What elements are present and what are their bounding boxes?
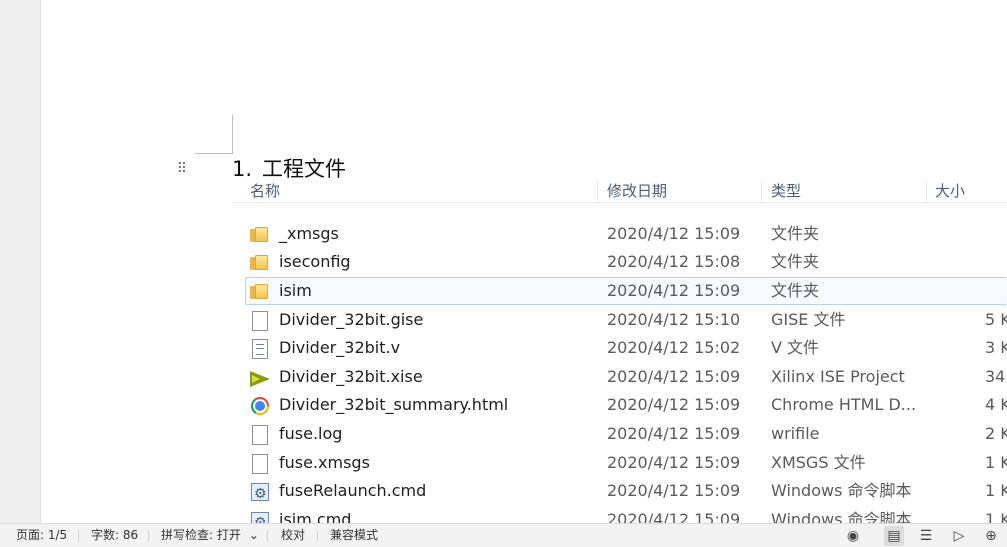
embedded-explorer-screenshot[interactable]: 名称 修改日期 类型 大小 _xmsgs 2020/4/12 15:09 文件夹… bbox=[233, 181, 1007, 523]
file-row: fuseRelaunch.cmd 2020/4/12 15:09 Windows… bbox=[233, 477, 1007, 508]
file-name: Divider_32bit_summary.html bbox=[279, 395, 509, 414]
verilog-file-icon bbox=[250, 339, 270, 359]
file-name: Divider_32bit.v bbox=[279, 338, 401, 357]
file-icon bbox=[250, 311, 270, 331]
web-view-globe-icon[interactable]: ⊕ bbox=[981, 526, 1001, 546]
column-name: 名称 bbox=[250, 182, 281, 200]
file-date: 2020/4/12 15:09 bbox=[607, 395, 741, 414]
status-separator bbox=[267, 530, 268, 542]
file-date: 2020/4/12 15:09 bbox=[607, 510, 741, 523]
left-gutter bbox=[0, 0, 41, 523]
word-count[interactable]: 字数: 86 bbox=[91, 524, 138, 547]
column-separator bbox=[926, 181, 927, 203]
column-date: 修改日期 bbox=[607, 182, 668, 200]
file-type: GISE 文件 bbox=[771, 310, 846, 329]
status-bar: 页面: 1/5 字数: 86 拼写检查: 打开 ⌄ 校对 兼容模式 ◉ ▤ ☰ … bbox=[0, 523, 1007, 547]
file-name: fuse.log bbox=[279, 424, 343, 443]
status-separator bbox=[317, 530, 318, 542]
cmd-script-icon bbox=[250, 480, 270, 508]
paragraph-drag-handle-icon[interactable]: ⠿ bbox=[176, 160, 188, 178]
proofread-button[interactable]: 校对 bbox=[281, 524, 305, 547]
file-row: _xmsgs 2020/4/12 15:09 文件夹 bbox=[233, 220, 1007, 248]
file-date: 2020/4/12 15:09 bbox=[607, 224, 741, 243]
page-view-icon[interactable]: ▤ bbox=[884, 526, 904, 546]
file-icon bbox=[250, 425, 270, 445]
file-date: 2020/4/12 15:02 bbox=[607, 338, 741, 357]
file-type: 文件夹 bbox=[771, 252, 820, 271]
file-type: Chrome HTML D... bbox=[771, 395, 917, 414]
file-type: 文件夹 bbox=[771, 224, 820, 243]
folder-icon bbox=[250, 225, 270, 243]
file-size: 1 K bbox=[985, 510, 1007, 523]
status-separator bbox=[78, 530, 79, 542]
xilinx-icon bbox=[250, 368, 270, 387]
file-size: 1 K bbox=[985, 453, 1007, 472]
play-icon[interactable]: ▷ bbox=[949, 526, 969, 546]
margin-corner-mark bbox=[232, 115, 233, 153]
column-type: 类型 bbox=[771, 182, 802, 200]
file-type: XMSGS 文件 bbox=[771, 453, 866, 472]
file-name: _xmsgs bbox=[279, 224, 339, 243]
list-number: 1. bbox=[232, 157, 253, 181]
list-heading[interactable]: 1. 工程文件 bbox=[232, 155, 346, 183]
file-name: isim bbox=[279, 281, 312, 300]
column-size: 大小 bbox=[935, 182, 966, 200]
file-date: 2020/4/12 15:09 bbox=[607, 367, 741, 386]
file-date: 2020/4/12 15:09 bbox=[607, 424, 741, 443]
heading-text: 工程文件 bbox=[262, 157, 347, 181]
file-row: isim.cmd 2020/4/12 15:09 Windows 命令脚本 1 … bbox=[233, 506, 1007, 523]
file-name: Divider_32bit.gise bbox=[279, 310, 424, 329]
file-name: Divider_32bit.xise bbox=[279, 367, 423, 386]
file-size: 34 K bbox=[985, 367, 1007, 386]
status-separator bbox=[148, 530, 149, 542]
spell-check-label: 拼写检查: 打开 bbox=[161, 528, 241, 542]
explorer-column-header: 名称 修改日期 类型 大小 bbox=[233, 181, 1007, 203]
file-row: fuse.log 2020/4/12 15:09 wrifile 2 K bbox=[233, 420, 1007, 448]
file-row: Divider_32bit.v 2020/4/12 15:02 V 文件 3 K bbox=[233, 334, 1007, 362]
file-date: 2020/4/12 15:09 bbox=[607, 453, 741, 472]
file-name: fuseRelaunch.cmd bbox=[279, 481, 427, 500]
chrome-icon bbox=[250, 396, 270, 415]
spell-check-toggle[interactable]: 拼写检查: 打开 ⌄ bbox=[161, 524, 259, 547]
file-type: V 文件 bbox=[771, 338, 820, 357]
page-indicator[interactable]: 页面: 1/5 bbox=[16, 524, 67, 547]
file-row: Divider_32bit.xise 2020/4/12 15:09 Xilin… bbox=[233, 363, 1007, 391]
file-type: wrifile bbox=[771, 424, 820, 443]
file-type: Windows 命令脚本 bbox=[771, 481, 912, 500]
margin-corner-mark bbox=[195, 153, 233, 154]
file-size: 2 K bbox=[985, 424, 1007, 443]
file-type: Xilinx ISE Project bbox=[771, 367, 905, 386]
file-row: fuse.xmsgs 2020/4/12 15:09 XMSGS 文件 1 K bbox=[233, 449, 1007, 477]
file-size: 1 K bbox=[985, 481, 1007, 500]
file-size: 5 K bbox=[985, 310, 1007, 329]
file-date: 2020/4/12 15:09 bbox=[607, 481, 741, 500]
file-name: iseconfig bbox=[279, 252, 351, 271]
file-date: 2020/4/12 15:10 bbox=[607, 310, 741, 329]
file-date: 2020/4/12 15:09 bbox=[607, 281, 741, 300]
file-type: Windows 命令脚本 bbox=[771, 510, 912, 523]
file-name: isim.cmd bbox=[279, 510, 352, 523]
document-page[interactable]: ⠿ 1. 工程文件 名称 修改日期 类型 大小 _xmsgs 2020/4/12 … bbox=[41, 0, 1007, 523]
file-icon bbox=[250, 454, 270, 474]
file-row: Divider_32bit.gise 2020/4/12 15:10 GISE … bbox=[233, 306, 1007, 334]
file-type: 文件夹 bbox=[771, 281, 820, 300]
column-separator bbox=[761, 181, 762, 203]
file-row: iseconfig 2020/4/12 15:08 文件夹 bbox=[233, 248, 1007, 276]
file-size: 4 K bbox=[985, 395, 1007, 414]
folder-icon bbox=[250, 282, 270, 300]
file-size: 3 K bbox=[985, 338, 1007, 357]
reading-mode-eye-icon[interactable]: ◉ bbox=[843, 526, 863, 546]
file-date: 2020/4/12 15:08 bbox=[607, 252, 741, 271]
outline-view-icon[interactable]: ☰ bbox=[916, 526, 936, 546]
cmd-script-icon bbox=[250, 509, 270, 523]
compat-mode-label: 兼容模式 bbox=[330, 528, 379, 542]
file-name: fuse.xmsgs bbox=[279, 453, 370, 472]
file-row: Divider_32bit_summary.html 2020/4/12 15:… bbox=[233, 391, 1007, 419]
chevron-down-icon: ⌄ bbox=[248, 528, 259, 542]
folder-icon bbox=[250, 253, 270, 271]
column-separator bbox=[597, 181, 598, 203]
file-row-selected: isim 2020/4/12 15:09 文件夹 bbox=[245, 277, 1007, 305]
